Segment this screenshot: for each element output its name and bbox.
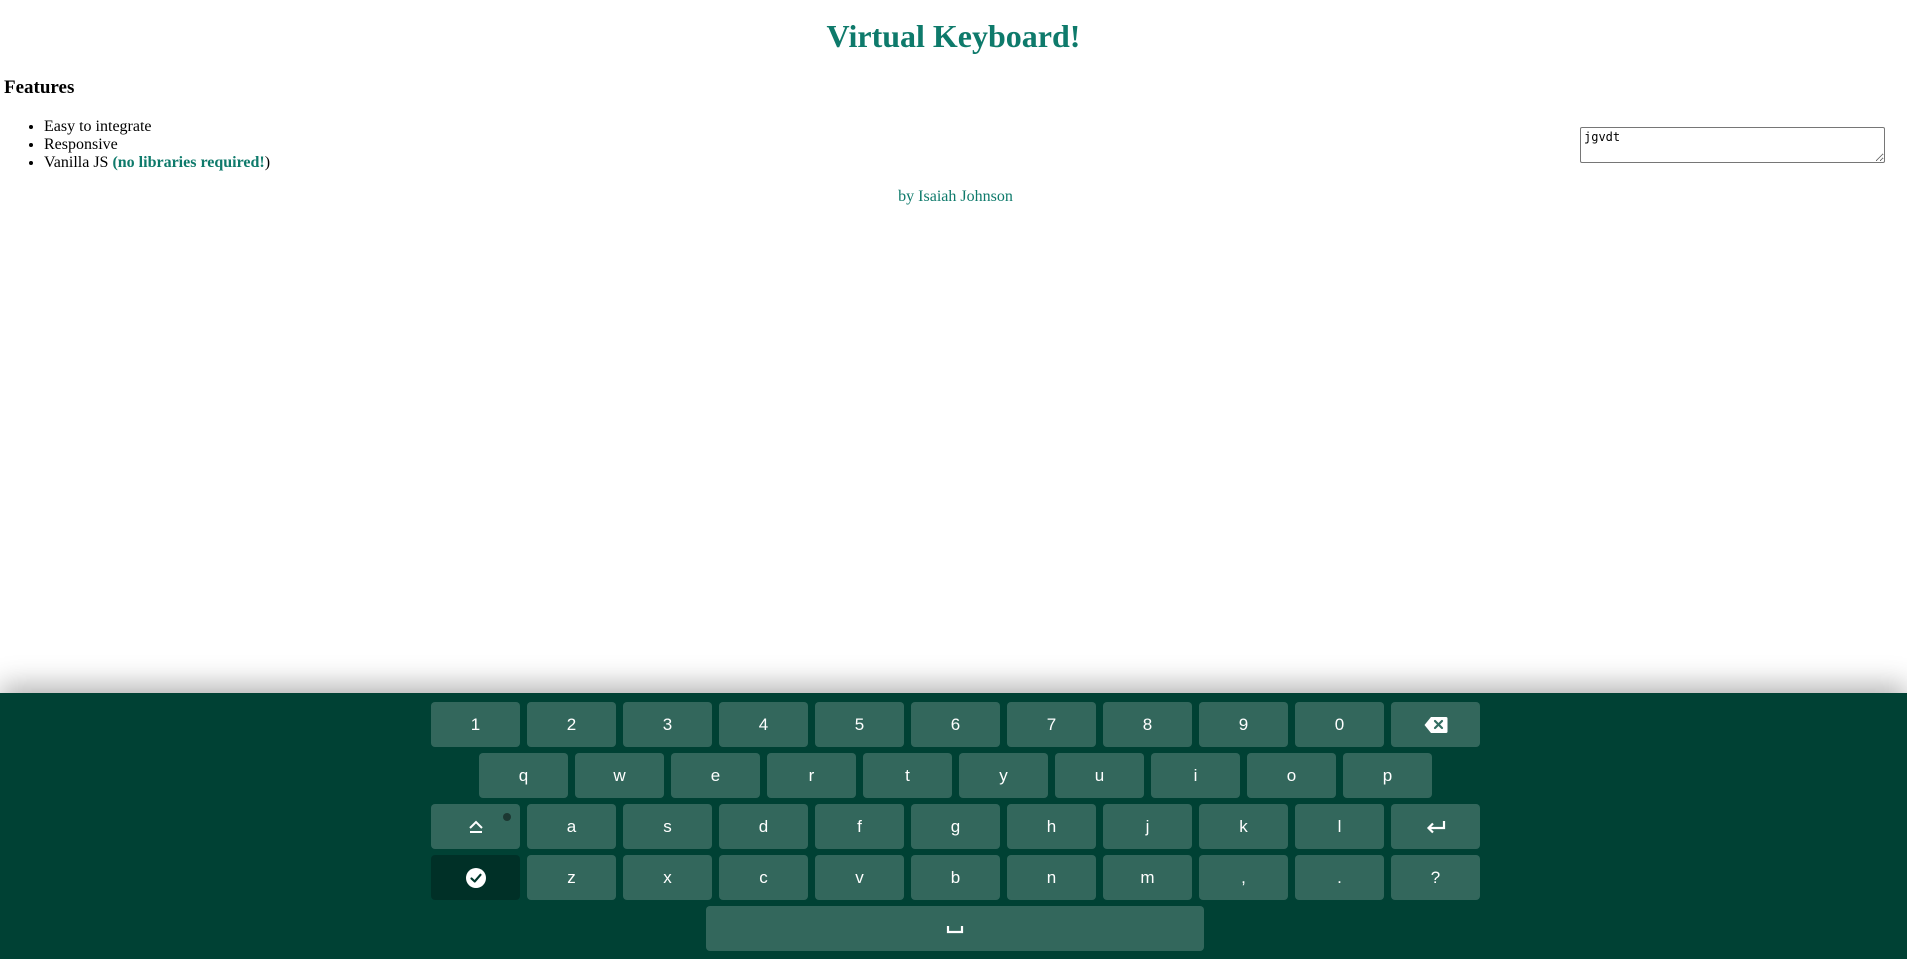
features-heading: Features bbox=[4, 77, 75, 98]
feature-highlight: (no libraries required! bbox=[112, 154, 264, 171]
key-e[interactable]: e bbox=[671, 753, 760, 798]
key-a[interactable]: a bbox=[527, 804, 616, 849]
feature-highlight-text: no libraries required! bbox=[117, 154, 265, 171]
key-v[interactable]: v bbox=[815, 855, 904, 900]
key-m[interactable]: m bbox=[1103, 855, 1192, 900]
key-i[interactable]: i bbox=[1151, 753, 1240, 798]
feature-item-label: Vanilla JS bbox=[44, 154, 113, 171]
page-title: Virtual Keyboard! bbox=[826, 18, 1081, 54]
key-x[interactable]: x bbox=[623, 855, 712, 900]
key-t[interactable]: t bbox=[863, 753, 952, 798]
caps-lock-key[interactable] bbox=[431, 804, 520, 849]
key-b[interactable]: b bbox=[911, 855, 1000, 900]
check-circle-icon bbox=[465, 867, 486, 888]
key-3[interactable]: 3 bbox=[623, 702, 712, 747]
key-0[interactable]: 0 bbox=[1295, 702, 1384, 747]
features-list: Easy to integrate Responsive Vanilla JS … bbox=[4, 118, 270, 172]
key-question[interactable]: ? bbox=[1391, 855, 1480, 900]
key-7[interactable]: 7 bbox=[1007, 702, 1096, 747]
key-f[interactable]: f bbox=[815, 804, 904, 849]
text-input[interactable]: jgvdt bbox=[1580, 127, 1885, 163]
key-p[interactable]: p bbox=[1343, 753, 1432, 798]
key-comma[interactable]: , bbox=[1199, 855, 1288, 900]
key-9[interactable]: 9 bbox=[1199, 702, 1288, 747]
space-icon bbox=[946, 925, 964, 933]
feature-item: Responsive bbox=[44, 136, 270, 154]
author-credit: by Isaiah Johnson bbox=[0, 187, 1907, 207]
feature-item-label: Responsive bbox=[44, 136, 118, 153]
caps-lock-icon bbox=[468, 820, 483, 833]
key-j[interactable]: j bbox=[1103, 804, 1192, 849]
key-o[interactable]: o bbox=[1247, 753, 1336, 798]
key-d[interactable]: d bbox=[719, 804, 808, 849]
enter-key[interactable] bbox=[1391, 804, 1480, 849]
backspace-key[interactable] bbox=[1391, 702, 1480, 747]
key-k[interactable]: k bbox=[1199, 804, 1288, 849]
key-1[interactable]: 1 bbox=[431, 702, 520, 747]
caps-indicator-dot bbox=[503, 813, 511, 821]
key-h[interactable]: h bbox=[1007, 804, 1096, 849]
key-n[interactable]: n bbox=[1007, 855, 1096, 900]
feature-item: Easy to integrate bbox=[44, 118, 270, 136]
key-y[interactable]: y bbox=[959, 753, 1048, 798]
feature-item-label: Easy to integrate bbox=[44, 118, 152, 135]
key-w[interactable]: w bbox=[575, 753, 664, 798]
key-4[interactable]: 4 bbox=[719, 702, 808, 747]
author-name: Isaiah Johnson bbox=[918, 188, 1013, 205]
key-8[interactable]: 8 bbox=[1103, 702, 1192, 747]
key-z[interactable]: z bbox=[527, 855, 616, 900]
key-q[interactable]: q bbox=[479, 753, 568, 798]
key-6[interactable]: 6 bbox=[911, 702, 1000, 747]
key-s[interactable]: s bbox=[623, 804, 712, 849]
feature-item: Vanilla JS (no libraries required!) bbox=[44, 154, 270, 172]
key-c[interactable]: c bbox=[719, 855, 808, 900]
key-r[interactable]: r bbox=[767, 753, 856, 798]
key-g[interactable]: g bbox=[911, 804, 1000, 849]
backspace-icon bbox=[1424, 716, 1447, 733]
page: Virtual Keyboard! Features Easy to integ… bbox=[0, 0, 1907, 959]
key-2[interactable]: 2 bbox=[527, 702, 616, 747]
feature-close-paren: ) bbox=[264, 154, 271, 171]
key-5[interactable]: 5 bbox=[815, 702, 904, 747]
done-key[interactable] bbox=[431, 855, 520, 900]
author-prefix: by bbox=[898, 188, 919, 205]
enter-icon bbox=[1426, 820, 1445, 833]
author-link[interactable]: by Isaiah Johnson bbox=[898, 188, 1013, 205]
space-key[interactable] bbox=[706, 906, 1204, 951]
virtual-keyboard: 1 2 3 4 5 6 7 8 9 0 q w e r t y u i o p bbox=[0, 693, 1907, 959]
key-l[interactable]: l bbox=[1295, 804, 1384, 849]
key-period[interactable]: . bbox=[1295, 855, 1384, 900]
key-u[interactable]: u bbox=[1055, 753, 1144, 798]
